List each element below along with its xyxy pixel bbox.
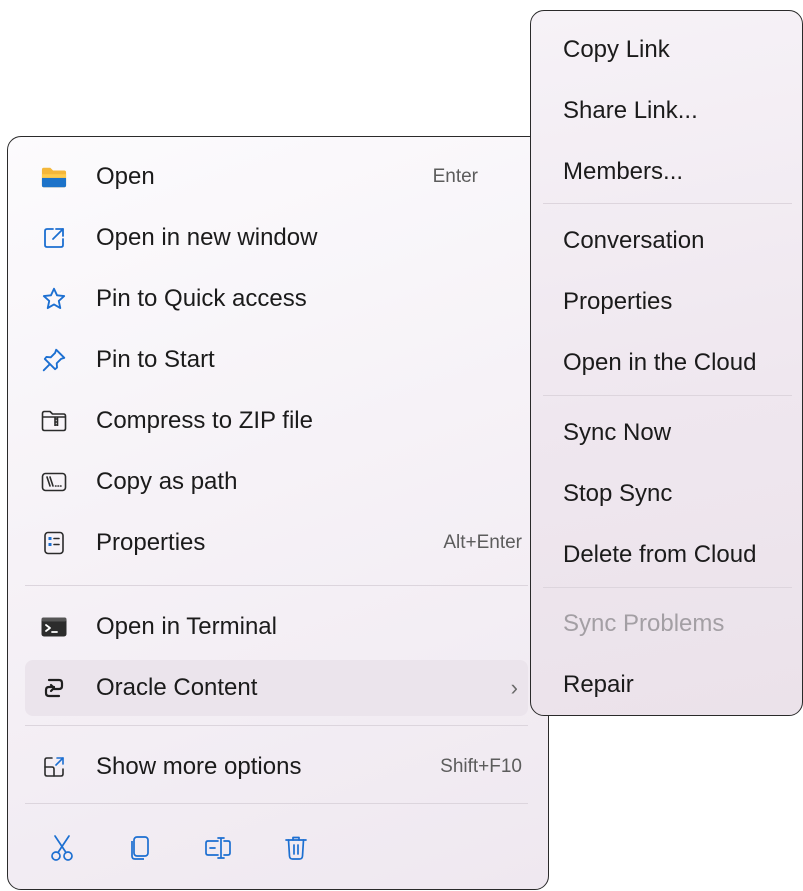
menu-item-open-terminal[interactable]: Open in Terminal (25, 599, 528, 655)
menu-item-pin-start[interactable]: Pin to Start (25, 332, 528, 388)
menu-item-properties[interactable]: Properties Alt+Enter (25, 515, 528, 571)
pin-icon (41, 347, 67, 373)
menu-item-open[interactable]: Open Enter (25, 149, 528, 205)
submenu-item-sync-now[interactable]: Sync Now (563, 419, 671, 447)
submenu-item-members[interactable]: Members... (563, 158, 683, 186)
context-menu: Open Enter Open in new window Pin to Qui… (7, 136, 549, 890)
menu-item-label: Open (96, 163, 155, 190)
terminal-icon (41, 614, 67, 640)
chevron-right-icon: › (510, 675, 518, 700)
menu-item-label: Oracle Content (96, 674, 258, 701)
trash-icon (284, 835, 308, 866)
menu-item-label: Copy as path (96, 468, 238, 495)
menu-separator (25, 803, 528, 804)
menu-item-label: Show more options (96, 753, 302, 780)
menu-item-label: Pin to Quick access (96, 285, 307, 312)
quick-actions-bar (25, 820, 528, 880)
menu-item-oracle-content[interactable]: Oracle Content › (25, 660, 528, 716)
menu-item-label: Open in Terminal (96, 613, 277, 640)
menu-item-label: Open in new window (96, 224, 318, 251)
submenu-item-stop-sync[interactable]: Stop Sync (563, 480, 672, 508)
path-icon (41, 469, 67, 495)
show-more-icon (41, 754, 67, 780)
menu-item-shortcut: Alt+Enter (443, 532, 522, 553)
submenu-item-conversation[interactable]: Conversation (563, 227, 704, 255)
menu-item-label: Properties (96, 529, 206, 556)
folder-icon (41, 164, 67, 190)
menu-separator (543, 395, 792, 396)
oracle-content-icon (41, 675, 67, 701)
desktop-canvas: Open Enter Open in new window Pin to Qui… (0, 0, 803, 891)
menu-separator (25, 585, 528, 586)
delete-button[interactable] (265, 824, 327, 876)
menu-item-show-more-options[interactable]: Show more options Shift+F10 (25, 739, 528, 795)
menu-item-label: Pin to Start (96, 346, 215, 373)
cut-button[interactable] (31, 824, 93, 876)
submenu-item-open-in-cloud[interactable]: Open in the Cloud (563, 349, 756, 377)
menu-item-compress-zip[interactable]: Compress to ZIP file (25, 393, 528, 449)
submenu-item-share-link[interactable]: Share Link... (563, 97, 698, 125)
star-icon (41, 286, 67, 312)
open-new-window-icon (41, 225, 67, 251)
menu-item-shortcut: Enter (432, 166, 478, 187)
rename-icon (204, 836, 232, 865)
menu-item-pin-quick-access[interactable]: Pin to Quick access (25, 271, 528, 327)
submenu-item-delete-from-cloud[interactable]: Delete from Cloud (563, 541, 756, 569)
copy-button[interactable] (109, 824, 171, 876)
menu-separator (543, 203, 792, 204)
submenu-item-repair[interactable]: Repair (563, 671, 634, 699)
menu-separator (25, 725, 528, 726)
scissors-icon (50, 834, 74, 867)
zip-folder-icon (41, 408, 67, 434)
properties-icon (41, 530, 67, 556)
copy-icon (129, 835, 151, 866)
menu-item-open-new-window[interactable]: Open in new window (25, 210, 528, 266)
submenu-item-copy-link[interactable]: Copy Link (563, 36, 670, 64)
submenu-item-sync-problems: Sync Problems (563, 610, 725, 637)
menu-separator (543, 587, 792, 588)
oracle-content-submenu: Copy Link Share Link... Members... Conve… (530, 10, 803, 716)
rename-button[interactable] (187, 824, 249, 876)
menu-item-shortcut: Shift+F10 (440, 756, 522, 777)
submenu-item-properties[interactable]: Properties (563, 288, 672, 316)
menu-item-copy-path[interactable]: Copy as path (25, 454, 528, 510)
menu-item-label: Compress to ZIP file (96, 407, 313, 434)
